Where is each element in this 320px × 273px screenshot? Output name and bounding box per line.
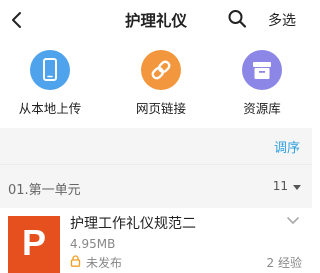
item-size: 4.95MB: [70, 237, 116, 251]
thumb-letter: P: [21, 222, 46, 263]
upload-local-button[interactable]: 从本地上传: [2, 50, 98, 117]
upload-sources: 从本地上传 网页链接 资源库: [0, 50, 312, 118]
search-icon[interactable]: [227, 8, 247, 30]
resource-library-button[interactable]: 资源库: [214, 50, 310, 117]
sort-bar: 调序: [0, 128, 312, 164]
link-icon: [141, 50, 181, 90]
chevron-down-icon[interactable]: [286, 216, 300, 226]
experience-points: 2 经验: [266, 256, 302, 270]
section-title: 01.第一单元: [8, 183, 81, 198]
ppt-file-icon: P: [8, 216, 60, 273]
page-title: 护理礼仪: [124, 12, 187, 30]
phone-icon: [30, 50, 70, 90]
section-count: 11: [272, 179, 288, 193]
unit-section-header[interactable]: 01.第一单元 11: [0, 164, 312, 208]
upload-local-label: 从本地上传: [18, 101, 82, 116]
multi-select-button[interactable]: 多选: [268, 10, 296, 30]
caret-down-icon[interactable]: [293, 185, 301, 190]
publish-status: 未发布: [86, 256, 123, 270]
lock-icon: [70, 255, 81, 267]
resource-library-label: 资源库: [243, 101, 281, 116]
list-item[interactable]: P 护理工作礼仪规范二 4.95MB 未发布 2 经验: [0, 208, 312, 273]
item-title: 护理工作礼仪规范二: [70, 216, 196, 232]
web-link-button[interactable]: 网页链接: [113, 50, 209, 117]
top-nav-bar: 护理礼仪 多选: [0, 0, 312, 44]
archive-box-icon: [242, 50, 282, 90]
web-link-label: 网页链接: [135, 101, 186, 116]
sort-button[interactable]: 调序: [274, 137, 300, 156]
